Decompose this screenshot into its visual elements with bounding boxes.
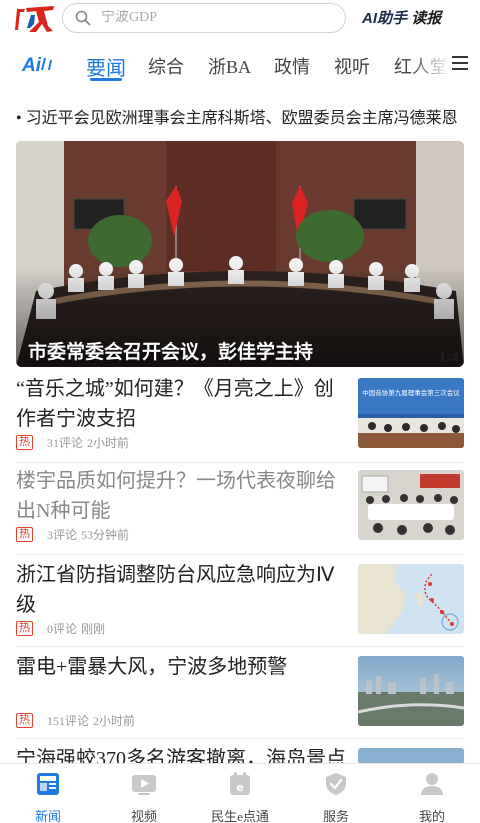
- news-thumbnail: 中国音协第九届理事会第三次会议: [358, 378, 464, 448]
- nav-profile[interactable]: 我的: [392, 772, 472, 823]
- sparkle-icon: [41, 58, 52, 70]
- tab-shiting[interactable]: 视听: [334, 53, 370, 79]
- tab-zonghe[interactable]: 综合: [148, 53, 184, 79]
- banner-caption: 市委常委会召开会议，彭佳学主持: [28, 342, 314, 363]
- nav-video[interactable]: 视频: [104, 772, 184, 823]
- search-bar[interactable]: [62, 3, 346, 33]
- list-item[interactable]: 雷电+雷暴大风，宁波多地预警 热 151评论 2小时前: [16, 652, 464, 732]
- comment-count: 3评论: [47, 528, 78, 542]
- read-paper-label: 读报: [411, 10, 442, 27]
- ai-assistant-button[interactable]: AI助手 读报: [362, 7, 441, 28]
- publish-time: 53分钟前: [81, 528, 130, 542]
- news-title: 宁海强蛟370多名游客撤离，海岛景点: [16, 748, 346, 764]
- banner-page-indicator: 1/4: [438, 347, 458, 367]
- news-meta: 热 3评论 53分钟前: [16, 526, 129, 543]
- search-input[interactable]: [101, 10, 321, 26]
- nav-service[interactable]: 服务: [296, 772, 376, 823]
- list-item[interactable]: “音乐之城”如何建？《月亮之上》创作者宁波支招 热 31评论 2小时前 中国音协…: [16, 374, 464, 458]
- news-title: 楼宇品质如何提升？一场代表夜聊给出N种可能: [16, 470, 336, 522]
- nav-news[interactable]: 新闻: [8, 772, 88, 823]
- publish-time: 2小时前: [93, 714, 136, 728]
- active-tab-indicator: [90, 78, 122, 81]
- divider: [16, 738, 464, 739]
- news-title: 雷电+雷暴大风，宁波多地预警: [16, 656, 288, 678]
- hot-badge: 热: [16, 527, 33, 542]
- search-icon: [75, 10, 91, 26]
- news-meta: 热 31评论 2小时前: [16, 434, 129, 451]
- news-meta: 热 0评论 刚刚: [16, 620, 105, 637]
- banner-meeting-image: [16, 141, 464, 367]
- hot-badge: 热: [16, 435, 33, 450]
- list-item[interactable]: 浙江省防指调整防台风应急响应为Ⅳ级 热 0评论 刚刚: [16, 560, 464, 640]
- nav-news-label: 新闻: [34, 809, 61, 823]
- nav-minsheng-label: 民生e点通: [211, 809, 269, 823]
- calendar-service-icon: e: [230, 772, 250, 795]
- svg-text:e: e: [236, 781, 243, 794]
- nav-video-label: 视频: [130, 809, 157, 823]
- channel-tabs: Ai 要闻 综合 浙BA 政情 视听 红人堂: [0, 44, 480, 88]
- banner-page-total: /4: [446, 350, 459, 366]
- divider: [16, 462, 464, 463]
- tab-zhengqing[interactable]: 政情: [274, 53, 310, 79]
- divider: [16, 554, 464, 555]
- divider: [16, 646, 464, 647]
- tab-zheba[interactable]: 浙BA: [208, 53, 251, 79]
- video-icon: [132, 775, 156, 795]
- comment-count: 151评论: [47, 714, 90, 728]
- list-item[interactable]: 宁海强蛟370多名游客撤离，海岛景点: [16, 744, 464, 764]
- news-meta: 热 151评论 2小时前: [16, 712, 135, 729]
- app-header: AI助手 读报: [0, 0, 480, 42]
- profile-icon: [421, 773, 443, 795]
- hot-badge: 热: [16, 713, 33, 728]
- news-thumbnail: [358, 748, 464, 764]
- nav-profile-label: 我的: [418, 809, 445, 823]
- shield-service-icon: [326, 773, 346, 795]
- thumb-caption: 中国音协第九届理事会第三次会议: [362, 388, 460, 397]
- headline-ticker[interactable]: • 习近平会见欧洲理事会主席科斯塔、欧盟委员会主席冯德莱恩: [16, 104, 466, 128]
- top-banner[interactable]: 市委常委会召开会议，彭佳学主持: [16, 141, 464, 367]
- ai-assistant-label: AI助手: [362, 10, 408, 27]
- news-thumbnail: [358, 656, 464, 726]
- publish-time: 2小时前: [87, 436, 130, 450]
- zhejiang-news-logo-icon[interactable]: [14, 4, 56, 34]
- tab-yaowen[interactable]: 要闻: [86, 52, 126, 81]
- bottom-nav: 新闻 视频 e 民生e点通 服务 我的: [0, 763, 480, 823]
- hot-badge: 热: [16, 621, 33, 636]
- comment-count: 31评论: [47, 436, 84, 450]
- news-title: “音乐之城”如何建？《月亮之上》创作者宁波支招: [16, 378, 334, 430]
- nav-service-label: 服务: [322, 809, 349, 823]
- publish-time: 刚刚: [81, 622, 106, 636]
- tabs-fade-overlay: [410, 44, 450, 88]
- news-thumbnail: [358, 470, 464, 540]
- news-thumbnail: [358, 564, 464, 634]
- nav-minsheng[interactable]: e 民生e点通: [200, 772, 280, 823]
- news-title: 浙江省防指调整防台风应急响应为Ⅳ级: [16, 564, 335, 616]
- tab-ai-label: Ai: [22, 55, 41, 76]
- list-item[interactable]: 楼宇品质如何提升？一场代表夜聊给出N种可能 热 3评论 53分钟前: [16, 466, 464, 550]
- hamburger-menu-icon[interactable]: [452, 56, 468, 72]
- news-icon: [37, 773, 59, 795]
- comment-count: 0评论: [47, 622, 78, 636]
- tab-ai[interactable]: Ai: [22, 55, 55, 77]
- banner-page-current: 1: [438, 347, 447, 366]
